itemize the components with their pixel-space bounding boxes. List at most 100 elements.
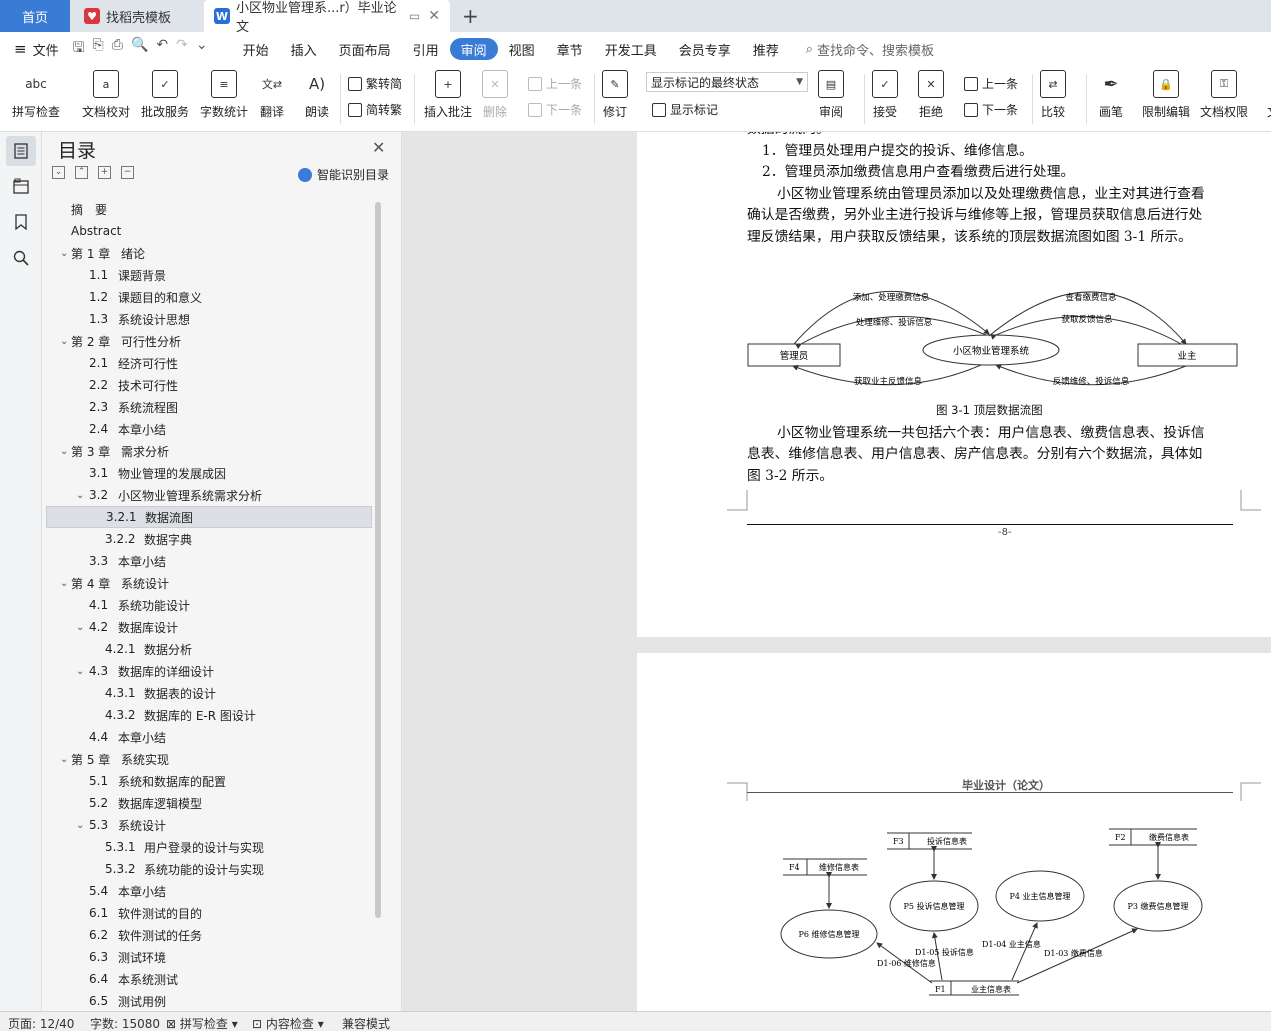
toc-item[interactable]: 5.2 数据库逻辑模型 (46, 792, 372, 814)
toc-item[interactable]: 3.1 物业管理的发展成因 (46, 462, 372, 484)
show-markup-button[interactable]: 显示标记 (652, 101, 718, 118)
revise-service-button[interactable]: ✓ 批改服务 (141, 70, 189, 120)
insert-comment-button[interactable]: + 插入批注 (424, 70, 472, 120)
window-icon[interactable]: ▭ (409, 9, 420, 23)
tab-template[interactable]: ♥ 找稻壳模板 (74, 0, 200, 32)
delete-comment-button[interactable]: ✕ 删除 (482, 70, 508, 120)
toc-item[interactable]: 4.3.1 数据表的设计 (46, 682, 372, 704)
toc-item[interactable]: 3.3 本章小结 (46, 550, 372, 572)
reject-button[interactable]: ✕ 拒绝 (918, 70, 944, 120)
file-menu[interactable]: ≡ 文件 (14, 40, 59, 59)
chapter-nav-icon[interactable] (11, 176, 31, 196)
chevron-down-icon[interactable]: ⌄ (76, 666, 84, 677)
bookmark-icon[interactable] (11, 212, 31, 232)
next-comment-button[interactable]: 下一条 (528, 101, 582, 118)
toc-item[interactable]: 摘 要 (46, 198, 372, 220)
toc-item[interactable]: 2.1 经济可行性 (46, 352, 372, 374)
toc-item[interactable]: 6.1 软件测试的目的 (46, 902, 372, 924)
tab-member[interactable]: 会员专享 (668, 38, 742, 60)
save-icon[interactable]: 🖫 (73, 37, 85, 61)
expand-all-icon[interactable]: ⌄ (52, 166, 65, 179)
toc-panel-icon[interactable] (6, 136, 36, 166)
pen-button[interactable]: ✒ 画笔 (1098, 70, 1124, 120)
doc-permission-button[interactable]: ⚿ 文档权限 (1200, 70, 1248, 120)
tab-home[interactable]: 首页 (0, 0, 70, 32)
toc-item[interactable]: 5.4 本章小结 (46, 880, 372, 902)
command-search[interactable]: ⌕ 查找命令、搜索模板 (806, 40, 934, 59)
prev-comment-button[interactable]: 上一条 (528, 75, 582, 92)
toc-item[interactable]: 5.1 系统和数据库的配置 (46, 770, 372, 792)
toc-item[interactable]: 6.3 测试环境 (46, 946, 372, 968)
smart-toc-button[interactable]: 智能识别目录 (298, 166, 389, 183)
toc-item[interactable]: 6.4 本系统测试 (46, 968, 372, 990)
toc-item[interactable]: ⌄ 5.3 系统设计 (46, 814, 372, 836)
track-changes-button[interactable]: ✎ 修订 (602, 70, 628, 120)
toc-item[interactable]: Abstract (46, 220, 372, 242)
more-icon[interactable]: ⌄ (196, 37, 208, 61)
chevron-down-icon[interactable]: ⌄ (60, 446, 68, 457)
toc-item[interactable]: ⌄ 第 4 章系统设计 (46, 572, 372, 594)
toc-item[interactable]: ⌄ 3.2 小区物业管理系统需求分析 (46, 484, 372, 506)
next-change-button[interactable]: 下一条 (964, 101, 1018, 118)
toc-item[interactable]: ⌄ 第 5 章系统实现 (46, 748, 372, 770)
close-tab-icon[interactable]: ✕ (428, 8, 440, 24)
tab-view[interactable]: 视图 (498, 38, 546, 60)
spell-check-button[interactable]: abc 拼写检查 (12, 70, 60, 120)
tab-review[interactable]: 审阅 (449, 38, 498, 60)
ribbon-overflow-button[interactable]: 文 (1260, 70, 1271, 120)
markup-state-select[interactable]: 显示标记的最终状态 ▼ (646, 72, 808, 92)
compare-button[interactable]: ⇄ 比较 (1040, 70, 1066, 120)
toc-item[interactable]: 4.4 本章小结 (46, 726, 372, 748)
collapse-all-icon[interactable]: ⌃ (75, 166, 88, 179)
toc-item[interactable]: 6.5 测试用例 (46, 990, 372, 1008)
restrict-edit-button[interactable]: 🔒 限制编辑 (1142, 70, 1190, 120)
toc-item[interactable]: 5.3.2 系统功能的设计与实现 (46, 858, 372, 880)
export-pdf-icon[interactable]: ⎘ (93, 37, 104, 61)
toc-item[interactable]: 1.3 系统设计思想 (46, 308, 372, 330)
chevron-down-icon[interactable]: ⌄ (60, 248, 68, 259)
toc-item[interactable]: 2.2 技术可行性 (46, 374, 372, 396)
review-pane-button[interactable]: ▤ 审阅 (818, 70, 844, 120)
toc-scrollbar[interactable] (375, 202, 381, 918)
tab-reference[interactable]: 引用 (402, 38, 450, 60)
chevron-down-icon[interactable]: ⌄ (76, 820, 84, 831)
simp-to-trad-button[interactable]: 简转繁 (348, 101, 402, 118)
tab-start[interactable]: 开始 (232, 38, 280, 60)
new-tab-icon[interactable]: + (462, 4, 479, 28)
chevron-down-icon[interactable]: ⌄ (60, 336, 68, 347)
tab-layout[interactable]: 页面布局 (328, 38, 402, 60)
toc-item[interactable]: 1.1 课题背景 (46, 264, 372, 286)
read-aloud-button[interactable]: A) 朗读 (304, 70, 330, 120)
accept-button[interactable]: ✓ 接受 (872, 70, 898, 120)
toc-item[interactable]: ⌄ 第 1 章绪论 (46, 242, 372, 264)
spell-check-toggle[interactable]: ⊠ 拼写检查 ▾ (166, 1015, 238, 1031)
page-indicator[interactable]: 页面: 12/40 (8, 1015, 74, 1031)
translate-button[interactable]: 文⇄ 翻译 (259, 70, 285, 120)
tab-developer[interactable]: 开发工具 (594, 38, 668, 60)
chevron-down-icon[interactable]: ⌄ (60, 754, 68, 765)
toc-item[interactable]: ⌄ 4.2 数据库设计 (46, 616, 372, 638)
toc-item[interactable]: ⌄ 第 2 章可行性分析 (46, 330, 372, 352)
print-preview-icon[interactable]: 🔍 (131, 37, 148, 61)
toc-item[interactable]: 3.2.1 数据流图 (46, 506, 372, 528)
redo-icon[interactable]: ↷ (176, 37, 188, 61)
toc-item[interactable]: 2.3 系统流程图 (46, 396, 372, 418)
close-icon[interactable]: ✕ (372, 138, 385, 157)
tab-chapter[interactable]: 章节 (546, 38, 594, 60)
doc-proof-button[interactable]: a 文档校对 (82, 70, 130, 120)
tab-recommend[interactable]: 推荐 (742, 38, 790, 60)
toc-item[interactable]: 4.1 系统功能设计 (46, 594, 372, 616)
toc-item[interactable]: 4.3.2 数据库的 E-R 图设计 (46, 704, 372, 726)
content-check-toggle[interactable]: ⊡ 内容检查 ▾ (252, 1015, 324, 1031)
add-heading-icon[interactable]: + (98, 166, 111, 179)
toc-item[interactable]: 1.2 课题目的和意义 (46, 286, 372, 308)
prev-change-button[interactable]: 上一条 (964, 75, 1018, 92)
remove-heading-icon[interactable]: − (121, 166, 134, 179)
find-icon[interactable] (11, 248, 31, 268)
word-count-indicator[interactable]: 字数: 15080 (90, 1015, 160, 1031)
toc-item[interactable]: ⌄ 4.3 数据库的详细设计 (46, 660, 372, 682)
chevron-down-icon[interactable]: ⌄ (60, 578, 68, 589)
toc-item[interactable]: 5.3.1 用户登录的设计与实现 (46, 836, 372, 858)
undo-icon[interactable]: ↶ (156, 37, 168, 61)
toc-item[interactable]: ⌄ 第 3 章需求分析 (46, 440, 372, 462)
